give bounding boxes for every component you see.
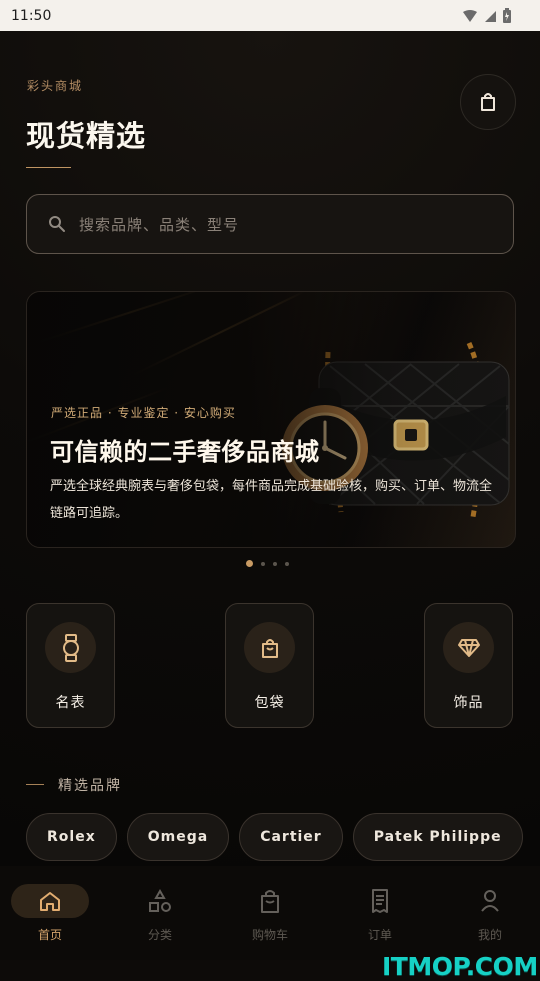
brand-chip-patek-philippe[interactable]: Patek Philippe xyxy=(352,813,523,861)
category-bags[interactable]: 包袋 xyxy=(225,603,314,728)
home-screen: 彩头商城 现货精选 搜索品牌、品类、型号 严选正品 · 专业鉴定 · 安心购买 … xyxy=(0,31,540,981)
section-title-line xyxy=(26,784,44,785)
shopping-bag-button[interactable] xyxy=(460,74,516,130)
wifi-icon xyxy=(463,9,477,22)
tab-label-orders: 订单 xyxy=(367,928,392,942)
featured-brand-list: Rolex Omega Cartier Patek Philippe xyxy=(26,813,523,861)
tab-label-profile: 我的 xyxy=(477,928,502,942)
watermark: ITMOP.COM xyxy=(382,952,538,981)
watch-icon xyxy=(62,633,79,662)
home-icon xyxy=(40,892,60,911)
banner-headline: 可信赖的二手奢侈品商城 xyxy=(50,438,320,466)
brand-chip-cartier[interactable]: Cartier xyxy=(239,813,343,861)
bag-icon xyxy=(261,638,278,658)
tab-label-shopping-cart: 购物车 xyxy=(251,928,288,942)
brand-label: 彩头商城 xyxy=(27,79,84,93)
category-icon xyxy=(149,889,171,912)
category-jewelry[interactable]: 饰品 xyxy=(424,603,513,728)
banner-pagination xyxy=(246,560,289,567)
category-icon-bg xyxy=(45,622,96,673)
receipt-icon xyxy=(372,889,388,913)
pagination-dot[interactable] xyxy=(285,561,289,566)
shopping-bag-icon xyxy=(481,93,495,111)
home-icon-pill xyxy=(11,884,89,918)
pagination-dot[interactable] xyxy=(261,561,265,566)
diamond-icon xyxy=(457,638,480,657)
bottom-tab-bar: 首页 分类 购物车 订单 我的 xyxy=(0,866,540,960)
tab-icon-wrapper xyxy=(115,884,205,918)
banner-tagline: 严选正品 · 专业鉴定 · 安心购买 xyxy=(51,406,236,420)
tab-icon-wrapper xyxy=(225,884,315,918)
tab-shopping-cart[interactable]: 购物车 xyxy=(225,884,315,954)
category-icon-bg xyxy=(443,622,494,673)
category-icon-bg xyxy=(244,622,295,673)
status-icons xyxy=(462,7,512,24)
user-icon xyxy=(481,890,499,912)
category-label: 饰品 xyxy=(453,695,484,711)
tab-home[interactable]: 首页 xyxy=(5,884,95,954)
promo-banner[interactable]: 严选正品 · 专业鉴定 · 安心购买 可信赖的二手奢侈品商城 严选全球经典腕表与… xyxy=(26,291,516,548)
page-title: 现货精选 xyxy=(26,119,147,153)
shopping-bag-icon xyxy=(261,890,279,913)
tab-orders[interactable]: 订单 xyxy=(335,884,425,954)
status-bar: 11:50 xyxy=(0,0,540,31)
category-watches[interactable]: 名表 xyxy=(26,603,115,728)
pagination-dot[interactable] xyxy=(273,561,277,566)
tab-icon-wrapper xyxy=(445,884,535,918)
battery-icon xyxy=(503,7,511,23)
tab-icon-wrapper xyxy=(335,884,425,918)
status-time: 11:50 xyxy=(11,7,52,24)
brand-chip-rolex[interactable]: Rolex xyxy=(26,813,117,861)
tab-label-home: 首页 xyxy=(37,928,62,942)
search-placeholder: 搜索品牌、品类、型号 xyxy=(79,215,240,234)
signal-icon xyxy=(485,10,496,22)
search-icon xyxy=(49,216,65,232)
brand-chip-omega[interactable]: Omega xyxy=(126,813,230,861)
pagination-dot-active[interactable] xyxy=(246,560,253,567)
tab-category[interactable]: 分类 xyxy=(115,884,205,954)
featured-brands-title: 精选品牌 xyxy=(58,778,122,794)
category-label: 包袋 xyxy=(254,695,285,711)
search-input[interactable]: 搜索品牌、品类、型号 xyxy=(26,194,514,254)
tab-profile[interactable]: 我的 xyxy=(445,884,535,954)
tab-label-category: 分类 xyxy=(147,928,172,942)
title-underline xyxy=(26,167,71,168)
category-label: 名表 xyxy=(55,695,86,711)
banner-description: 严选全球经典腕表与奢侈包袋，每件商品完成基础验核，购买、订单、物流全链路可追踪。 xyxy=(50,479,493,521)
